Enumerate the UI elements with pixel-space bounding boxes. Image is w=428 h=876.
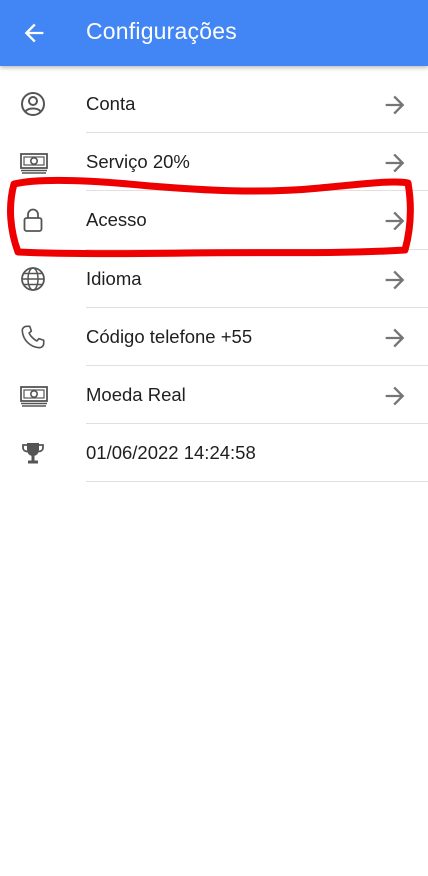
arrow-right-icon <box>381 266 409 294</box>
divider <box>86 481 428 483</box>
settings-item-label: 01/06/2022 14:24:58 <box>86 442 256 464</box>
settings-list: Conta Serviço 20% Acesso Idioma Código t… <box>0 75 428 483</box>
arrow-right-icon <box>381 382 409 410</box>
settings-item-timestamp: 01/06/2022 14:24:58 <box>0 424 428 483</box>
arrow-right-icon <box>381 207 409 235</box>
settings-item-moeda[interactable]: Moeda Real <box>0 366 428 425</box>
account-circle-icon <box>19 90 47 118</box>
settings-item-conta[interactable]: Conta <box>0 75 428 134</box>
money-icon <box>19 381 48 409</box>
globe-icon <box>19 265 47 293</box>
settings-item-label: Conta <box>86 93 136 114</box>
lock-icon <box>19 206 47 234</box>
app-bar: Configurações <box>0 0 428 66</box>
settings-item-label: Idioma <box>86 267 142 289</box>
phone-icon <box>19 323 47 351</box>
arrow-right-icon <box>381 149 409 177</box>
back-button[interactable] <box>20 19 48 47</box>
arrow-right-icon <box>381 324 409 352</box>
settings-item-servico[interactable]: Serviço 20% <box>0 133 428 192</box>
settings-item-label: Código telefone +55 <box>86 325 253 347</box>
settings-item-idioma[interactable]: Idioma <box>0 250 428 308</box>
page-title: Configurações <box>86 18 237 44</box>
arrow-right-icon <box>381 91 409 119</box>
money-icon <box>19 148 48 176</box>
settings-item-label: Moeda Real <box>86 383 186 405</box>
settings-item-label: Serviço 20% <box>86 151 190 173</box>
settings-item-acesso[interactable]: Acesso <box>0 191 428 250</box>
arrow-left-icon <box>24 23 44 43</box>
settings-item-codigo-telefone[interactable]: Código telefone +55 <box>0 308 428 366</box>
settings-item-label: Acesso <box>86 209 147 231</box>
trophy-icon <box>19 439 47 467</box>
